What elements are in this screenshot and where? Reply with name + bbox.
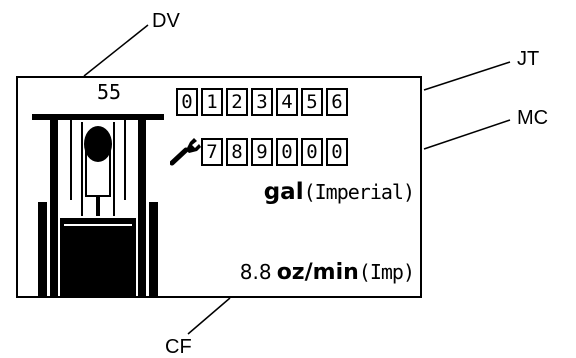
callout-dv: DV: [152, 10, 180, 32]
mc-digit: 8: [226, 138, 248, 166]
jt-digit: 0: [176, 88, 198, 116]
mc-digit: 7: [201, 138, 223, 166]
jt-leader-line: [423, 61, 511, 91]
mc-digit: 0: [326, 138, 348, 166]
flow-rate-value: 8.8: [239, 260, 272, 284]
job-totalizer-display: 0 1 2 3 4 5 6: [176, 88, 348, 116]
jt-digit: 4: [276, 88, 298, 116]
jt-digit: 3: [251, 88, 273, 116]
pump-graphic-icon: [32, 114, 164, 298]
jt-digit: 2: [226, 88, 248, 116]
maintenance-counter-display: 7 8 9 0 0 0: [201, 138, 348, 166]
callout-cf: CF: [165, 336, 192, 358]
lcd-display-panel: 55 0 1 2 3 4 5 6 7 8 9 0 0 0 gal(Imperia…: [16, 76, 422, 298]
volume-unit: gal: [263, 179, 304, 205]
mc-leader-line: [423, 119, 511, 150]
volume-unit-label: gal(Imperial): [263, 179, 415, 205]
jt-digit: 1: [201, 88, 223, 116]
dv-leader-line: [83, 24, 149, 77]
jt-digit: 5: [301, 88, 323, 116]
flow-rate-unit: oz/min: [276, 260, 359, 285]
jt-digit: 6: [326, 88, 348, 116]
flow-rate-readout: 8.8 oz/min(Imp): [239, 260, 415, 285]
volume-unit-qualifier: (Imperial): [303, 180, 415, 204]
mc-digit: 0: [276, 138, 298, 166]
mc-digit: 9: [251, 138, 273, 166]
callout-jt: JT: [517, 48, 540, 70]
flow-rate-qualifier: (Imp): [358, 260, 415, 284]
callout-mc: MC: [517, 107, 549, 129]
cf-leader-line: [187, 297, 231, 335]
wrench-icon: [170, 138, 201, 166]
mc-digit: 0: [301, 138, 323, 166]
